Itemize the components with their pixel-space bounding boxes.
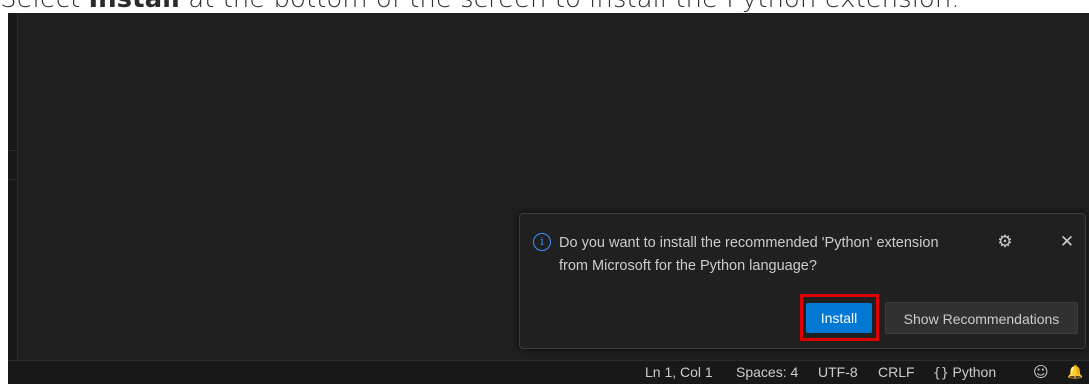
gutter-mark <box>8 150 17 151</box>
notification-message-line1: Do you want to install the recommended '… <box>559 235 939 251</box>
show-recommendations-button[interactable]: Show Recommendations <box>885 302 1078 334</box>
status-eol[interactable]: CRLF <box>878 361 915 385</box>
gear-icon[interactable]: ⚙ <box>995 232 1015 252</box>
caption-bold: Install <box>88 0 179 14</box>
copilot-icon[interactable]: ☺ <box>1033 361 1049 385</box>
status-language-label: Python <box>952 364 997 380</box>
caption-suffix: at the bottom of the screen to install t… <box>180 0 959 14</box>
notification-message: Do you want to install the recommended '… <box>559 232 979 278</box>
status-cursor-position[interactable]: Ln 1, Col 1 <box>645 361 713 385</box>
bell-icon[interactable]: 🔔 <box>1067 361 1083 385</box>
caption-prefix: Select <box>0 0 88 14</box>
notification-message-line2: from Microsoft for the Python language? <box>559 258 817 274</box>
install-button[interactable]: Install <box>806 303 872 333</box>
braces-icon: {} <box>933 366 949 381</box>
extension-recommendation-notification: i Do you want to install the recommended… <box>519 213 1086 349</box>
instruction-caption: Select Install at the bottom of the scre… <box>0 0 1089 12</box>
close-icon[interactable]: ✕ <box>1058 232 1076 252</box>
vscode-window: i Do you want to install the recommended… <box>8 13 1089 384</box>
left-gutter <box>8 13 18 360</box>
status-language-mode[interactable]: {} Python <box>933 361 996 385</box>
status-indentation[interactable]: Spaces: 4 <box>736 361 798 385</box>
gutter-mark <box>8 179 17 180</box>
status-encoding[interactable]: UTF-8 <box>818 361 858 385</box>
status-bar: Ln 1, Col 1 Spaces: 4 UTF-8 CRLF {} Pyth… <box>8 360 1089 384</box>
info-icon: i <box>533 233 551 251</box>
